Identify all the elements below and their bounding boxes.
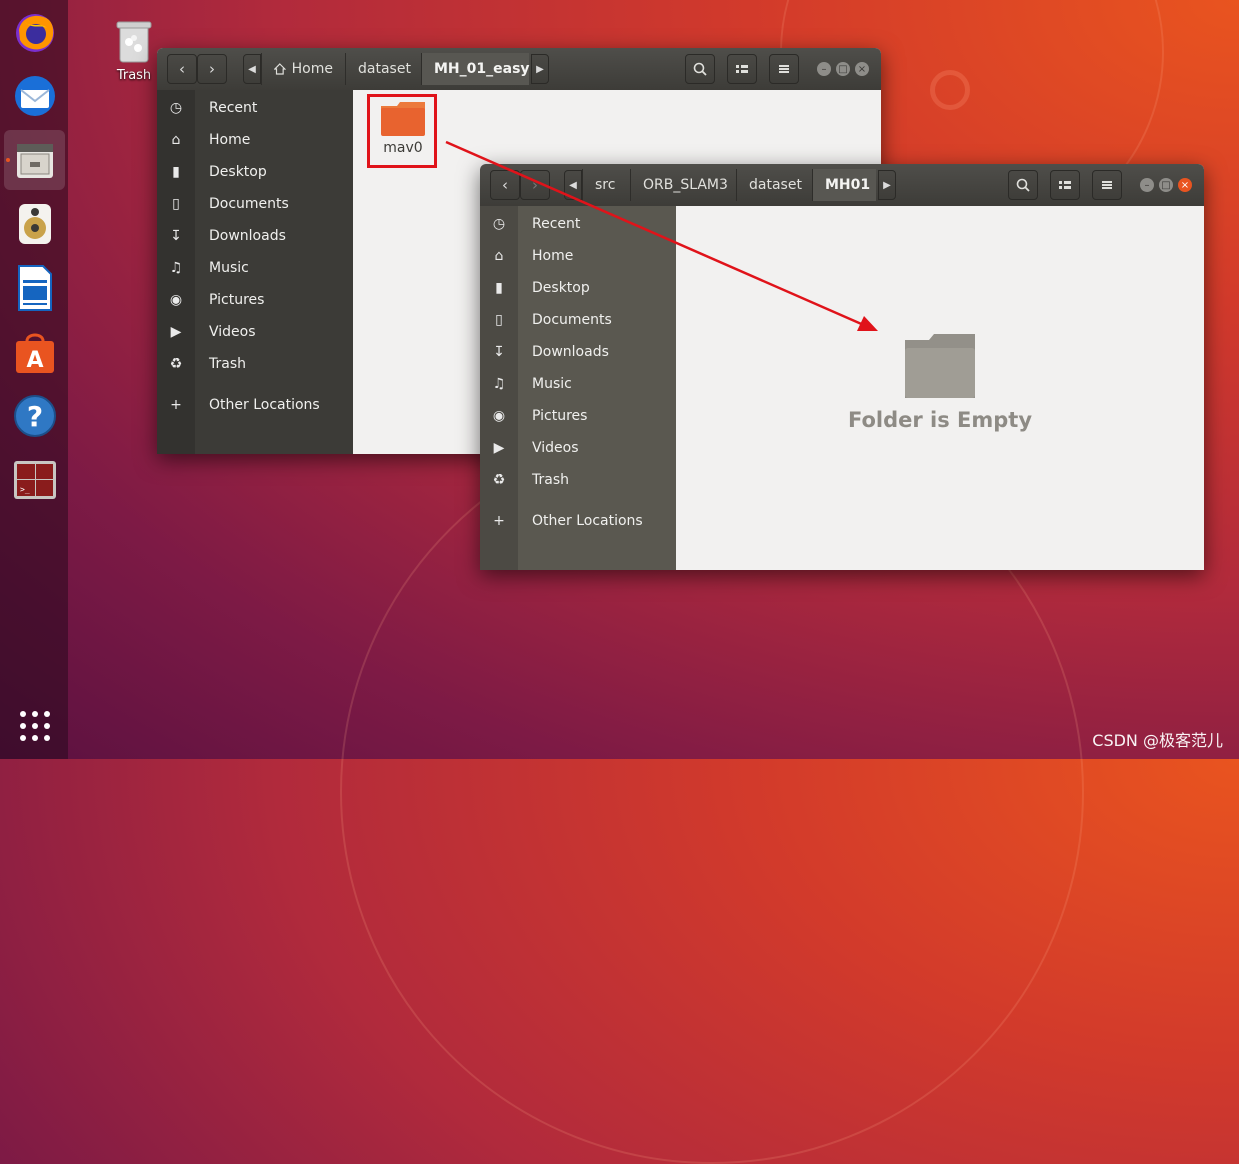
watermark: CSDN @极客范儿 xyxy=(1092,731,1223,750)
annotation-arrow xyxy=(445,140,878,331)
